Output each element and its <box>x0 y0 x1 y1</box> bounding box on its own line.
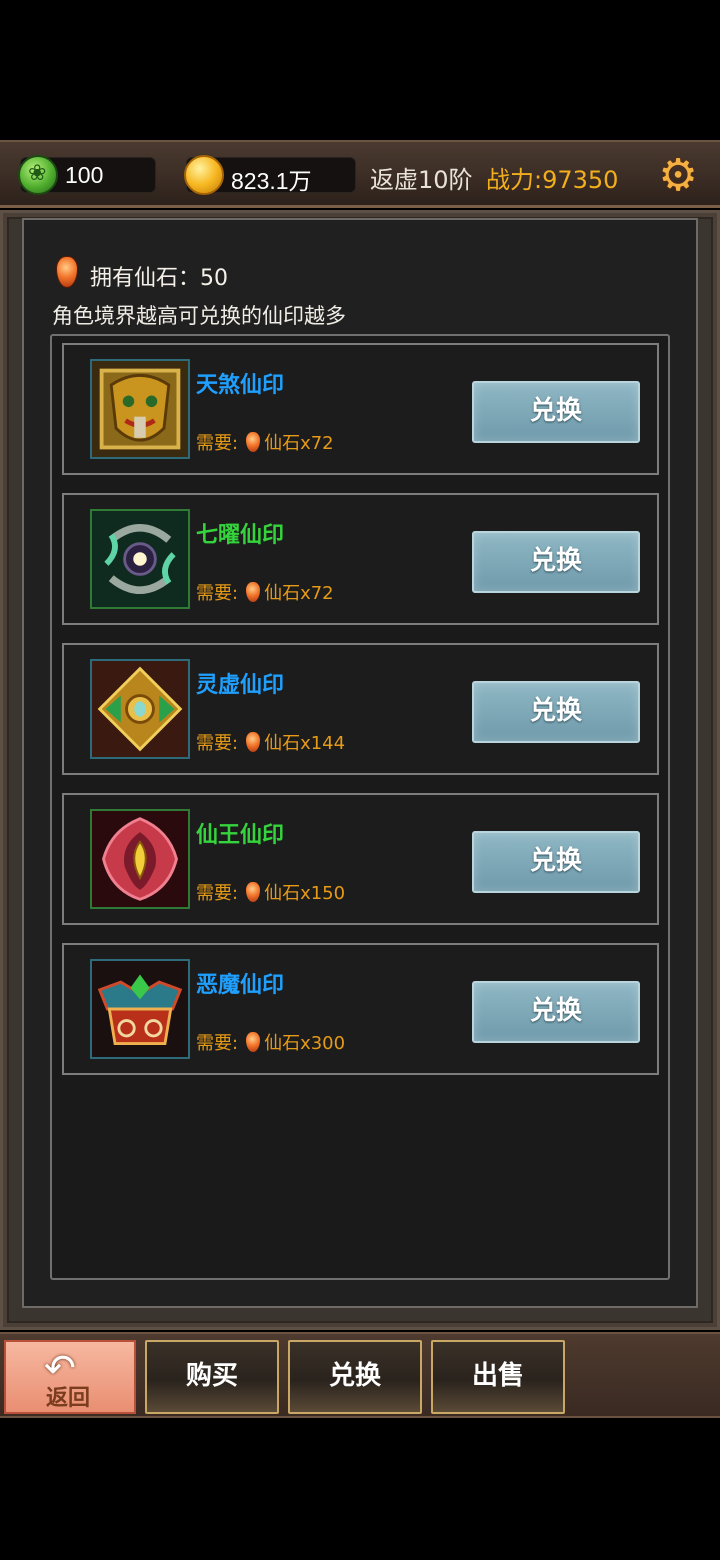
exchange-button[interactable]: 兑换 <box>472 981 640 1043</box>
exchange-button[interactable]: 兑换 <box>472 831 640 893</box>
jade-currency: 100 <box>18 155 156 195</box>
seal-requirement: 需要: 仙石x300 <box>196 1029 345 1055</box>
exchange-button[interactable]: 兑换 <box>472 381 640 443</box>
requirement-label: 需要: <box>196 583 239 604</box>
list-item: 恶魔仙印 需要: 仙石x300 兑换 <box>62 943 659 1075</box>
immortal-stone-icon <box>246 882 261 902</box>
requirement-label: 需要: <box>196 733 239 754</box>
immortal-stone-icon <box>246 432 261 452</box>
requirement-cost: 仙石x72 <box>264 433 334 454</box>
seal-name: 天煞仙印 <box>196 373 285 398</box>
owned-stones: 拥有仙石：50 <box>56 256 228 292</box>
exchange-button[interactable]: 兑换 <box>472 681 640 743</box>
realm-level: 返虚10阶 <box>370 166 473 194</box>
tab-buy[interactable]: 购买 <box>145 1340 279 1414</box>
gear-icon[interactable]: ⚙ <box>656 154 700 198</box>
requirement-cost: 仙石x144 <box>264 733 346 754</box>
back-button[interactable]: ↶ 返回 <box>4 1340 136 1414</box>
tab-exchange[interactable]: 兑换 <box>288 1340 422 1414</box>
back-label: 返回 <box>46 1386 91 1411</box>
list-item: 七曜仙印 需要: 仙石x72 兑换 <box>62 493 659 625</box>
tab-sell[interactable]: 出售 <box>431 1340 565 1414</box>
top-resource-bar: 100 823.1万 返虚10阶 战力:97350 ⚙ <box>0 140 720 208</box>
exchange-hint: 角色境界越高可兑换的仙印越多 <box>52 304 346 328</box>
seal-name: 灵虚仙印 <box>196 673 285 698</box>
requirement-label: 需要: <box>196 883 239 904</box>
requirement-cost: 仙石x150 <box>264 883 346 904</box>
immortal-stone-icon <box>246 732 261 752</box>
immortal-stone-icon <box>246 582 261 602</box>
gold-amount: 823.1万 <box>231 168 312 194</box>
list-item: 灵虚仙印 需要: 仙石x144 兑换 <box>62 643 659 775</box>
jade-coin-icon <box>18 155 58 195</box>
list-item: 天煞仙印 需要: 仙石x72 兑换 <box>62 343 659 475</box>
qiyao-seal-icon <box>90 509 190 609</box>
immortal-stone-icon <box>56 256 78 288</box>
requirement-label: 需要: <box>196 1033 239 1054</box>
seal-requirement: 需要: 仙石x72 <box>196 579 334 605</box>
requirement-cost: 仙石x72 <box>264 583 334 604</box>
combat-power: 战力:97350 <box>486 166 619 194</box>
lingxu-seal-icon <box>90 659 190 759</box>
gold-coin-icon <box>184 155 224 195</box>
owned-stones-label: 拥有仙石：50 <box>90 266 228 291</box>
emo-seal-icon <box>90 959 190 1059</box>
seal-name: 仙王仙印 <box>196 823 285 848</box>
tiansha-seal-icon <box>90 359 190 459</box>
seal-name: 七曜仙印 <box>196 523 285 548</box>
requirement-label: 需要: <box>196 433 239 454</box>
seal-name: 恶魔仙印 <box>196 973 285 998</box>
immortal-stone-icon <box>246 1032 261 1052</box>
seal-requirement: 需要: 仙石x72 <box>196 429 334 455</box>
list-item: 仙王仙印 需要: 仙石x150 兑换 <box>62 793 659 925</box>
requirement-cost: 仙石x300 <box>264 1033 346 1054</box>
seal-requirement: 需要: 仙石x144 <box>196 729 345 755</box>
bottom-tab-bar: ↶ 返回 购买 兑换 出售 <box>0 1332 720 1418</box>
exchange-button[interactable]: 兑换 <box>472 531 640 593</box>
gold-currency: 823.1万 <box>184 155 356 195</box>
seal-requirement: 需要: 仙石x150 <box>196 879 345 905</box>
xianwang-seal-icon <box>90 809 190 909</box>
jade-amount: 100 <box>65 162 104 188</box>
